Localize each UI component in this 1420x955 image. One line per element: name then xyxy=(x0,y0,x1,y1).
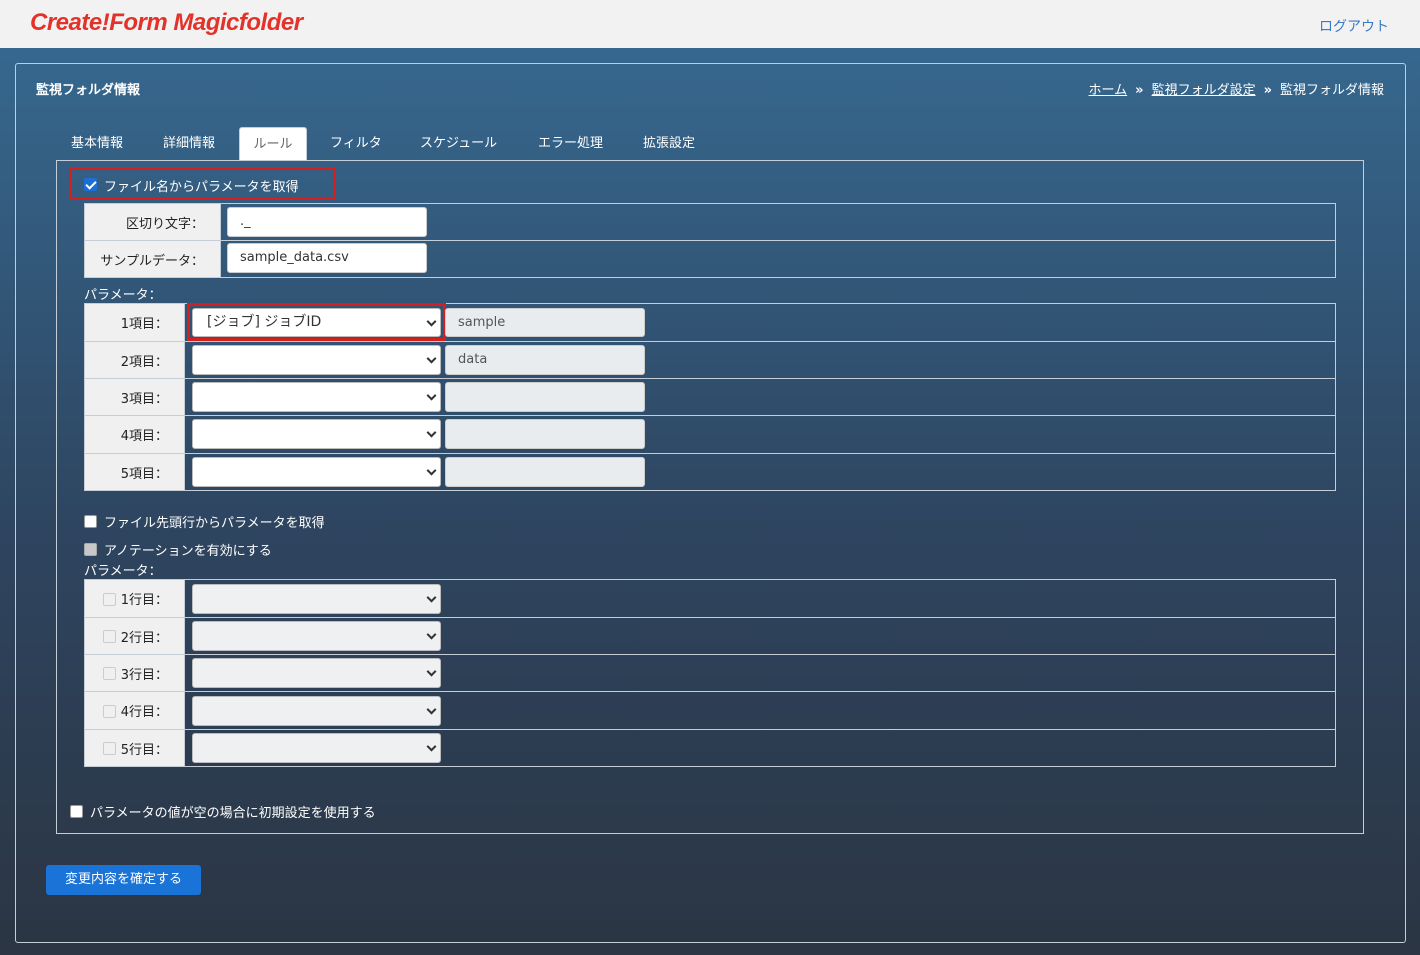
params-heading: パラメータ： xyxy=(84,288,162,303)
annotation-row-label: 4行目： xyxy=(84,691,185,730)
param-select-value: [ジョブ] ジョブID xyxy=(207,314,322,330)
param-select-1[interactable]: [ジョブ] ジョブID xyxy=(192,308,441,337)
param-select-2[interactable] xyxy=(192,345,441,375)
breadcrumb: ホーム » 監視フォルダ設定 » 監視フォルダ情報 xyxy=(1089,79,1384,98)
param-value-4 xyxy=(445,419,645,449)
delimiter-label: 区切り文字： xyxy=(84,203,221,241)
sample-data-input[interactable]: sample_data.csv xyxy=(227,243,427,273)
breadcrumb-separator: » xyxy=(1263,83,1272,98)
annotation-row-checkbox-5[interactable] xyxy=(103,742,116,755)
annotation-checkbox[interactable] xyxy=(84,543,97,556)
top-bar: Create!Form Magicfolder ログアウト xyxy=(0,0,1420,48)
annotation-label: アノテーションを有効にする xyxy=(104,544,272,559)
tab-rules[interactable]: ルール xyxy=(239,127,307,160)
breadcrumb-current: 監視フォルダ情報 xyxy=(1279,83,1384,98)
param-value-3 xyxy=(445,382,645,412)
filename-params-checkbox[interactable] xyxy=(84,178,97,191)
header-params-label: ファイル先頭行からパラメータを取得 xyxy=(104,516,325,531)
annotation-row-checkbox-4[interactable] xyxy=(103,705,116,718)
sample-data-label: サンプルデータ： xyxy=(84,240,221,278)
annotation-select-2[interactable] xyxy=(192,621,441,651)
param-row-label: 5項目： xyxy=(84,453,185,491)
breadcrumb-watch-folder-settings[interactable]: 監視フォルダ設定 xyxy=(1152,83,1256,98)
breadcrumb-home[interactable]: ホーム xyxy=(1089,83,1128,98)
chevron-down-icon xyxy=(426,592,437,603)
chevron-down-icon xyxy=(426,629,437,640)
annotation-row-label: 3行目： xyxy=(84,654,185,692)
annotation-row-label: 2行目： xyxy=(84,617,185,655)
use-default-label: パラメータの値が空の場合に初期設定を使用する xyxy=(90,806,376,821)
chevron-down-icon xyxy=(426,427,437,438)
breadcrumb-separator: » xyxy=(1135,83,1144,98)
annotation-row-checkbox-2[interactable] xyxy=(103,630,116,643)
chevron-down-icon xyxy=(426,316,437,327)
annotation-select-5[interactable] xyxy=(192,733,441,763)
param-value-1: sample xyxy=(445,308,645,337)
annotation-row-label: 1行目： xyxy=(84,579,185,618)
chevron-down-icon xyxy=(426,704,437,715)
use-default-checkbox[interactable] xyxy=(70,805,83,818)
param-row-label: 4項目： xyxy=(84,415,185,454)
param-value-2: data xyxy=(445,345,645,375)
chevron-down-icon xyxy=(426,666,437,677)
chevron-down-icon xyxy=(426,741,437,752)
tab-detail-info[interactable]: 詳細情報 xyxy=(159,127,219,160)
logout-link[interactable]: ログアウト xyxy=(1319,16,1389,36)
tab-extended-settings[interactable]: 拡張設定 xyxy=(639,127,699,160)
param-row-label: 1項目： xyxy=(84,303,185,342)
tab-filter[interactable]: フィルタ xyxy=(326,127,386,160)
param-row-label: 2項目： xyxy=(84,341,185,379)
chevron-down-icon xyxy=(426,390,437,401)
page-title: 監視フォルダ情報 xyxy=(36,83,141,98)
annotation-row-checkbox-3[interactable] xyxy=(103,667,116,680)
header-params-checkbox[interactable] xyxy=(84,515,97,528)
annotation-row-label: 5行目： xyxy=(84,729,185,767)
annotation-select-4[interactable] xyxy=(192,696,441,726)
confirm-changes-button[interactable]: 変更内容を確定する xyxy=(46,865,201,895)
annotation-select-1[interactable] xyxy=(192,584,441,614)
tab-error-handling[interactable]: エラー処理 xyxy=(534,127,607,160)
filename-params-label: ファイル名からパラメータを取得 xyxy=(104,180,299,195)
annotation-params-heading: パラメータ： xyxy=(84,564,162,579)
annotation-select-3[interactable] xyxy=(192,658,441,688)
delimiter-input[interactable]: ._ xyxy=(227,207,427,237)
param-select-3[interactable] xyxy=(192,382,441,412)
chevron-down-icon xyxy=(426,353,437,364)
param-select-4[interactable] xyxy=(192,419,441,449)
param-value-5 xyxy=(445,457,645,487)
chevron-down-icon xyxy=(426,465,437,476)
param-row-label: 3項目： xyxy=(84,378,185,416)
param-select-5[interactable] xyxy=(192,457,441,487)
tab-basic-info[interactable]: 基本情報 xyxy=(67,127,127,160)
app-logo: Create!Form Magicfolder xyxy=(30,9,303,36)
tab-schedule[interactable]: スケジュール xyxy=(416,127,501,160)
annotation-row-checkbox-1[interactable] xyxy=(103,593,116,606)
